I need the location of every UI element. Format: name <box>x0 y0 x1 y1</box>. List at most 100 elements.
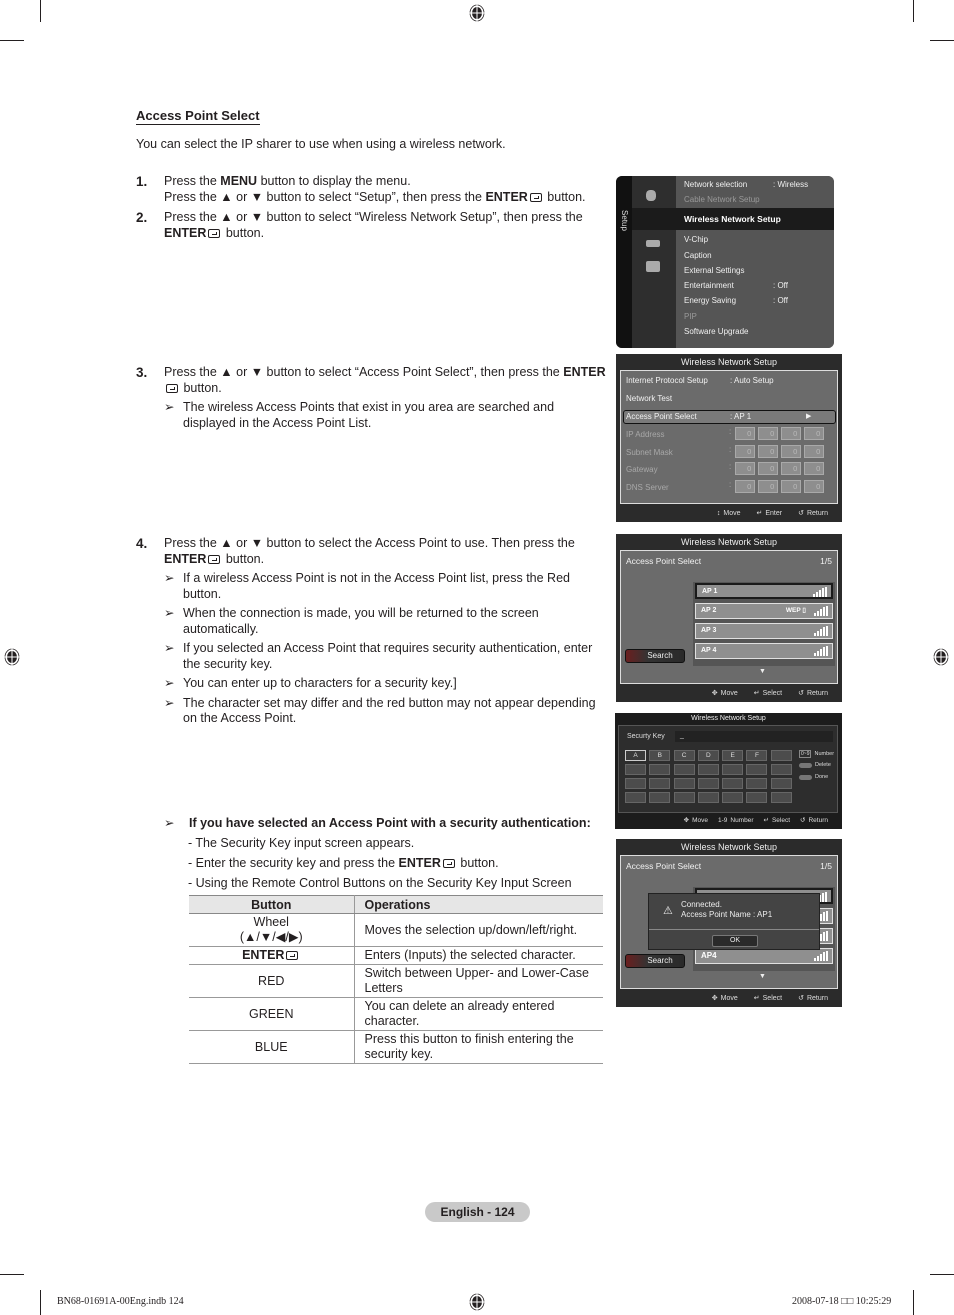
key-button[interactable] <box>649 778 671 789</box>
setup-menu-item[interactable]: Entertainment: Off <box>684 281 788 290</box>
key-button[interactable] <box>625 764 646 775</box>
key-button[interactable] <box>673 792 695 803</box>
key-button[interactable] <box>746 792 768 803</box>
table-row: BLUE Press this button to finish entering… <box>189 1030 603 1064</box>
print-file-info: BN68-01691A-00Eng.indb 124 <box>57 1296 184 1307</box>
key-button[interactable]: F <box>746 750 768 761</box>
ap-list-item[interactable]: AP 1 <box>695 583 833 599</box>
move-icon: ✥ <box>711 995 718 1002</box>
security-auth-heading: ➢ If you have selected an Access Point wi… <box>164 813 591 833</box>
setup-menu-value: : Off <box>773 296 788 305</box>
setup-row[interactable]: Access Point Select: AP 1 ▶ <box>626 412 811 421</box>
footer-hint: ↺ Return <box>798 506 828 522</box>
step-note: ➢ The character set may differ and the re… <box>164 695 596 726</box>
step-line: Press the MENU button to display the men… <box>164 174 411 188</box>
key-button[interactable]: C <box>673 750 695 761</box>
ap-list-item[interactable]: AP4 <box>695 948 833 964</box>
key-button[interactable] <box>722 764 744 775</box>
key-button[interactable] <box>625 792 646 803</box>
key-button[interactable] <box>697 792 719 803</box>
key-button[interactable] <box>722 792 744 803</box>
key-button[interactable] <box>649 792 671 803</box>
ap-list-item[interactable]: AP 4 <box>695 643 833 659</box>
setup-menu-item[interactable]: Software Upgrade <box>684 327 748 336</box>
screen-footer: ✥ Move ↵ Select ↺ Return <box>616 686 842 702</box>
key-legend-item: 0~9 Number <box>799 750 834 758</box>
key-button[interactable] <box>770 764 792 775</box>
step-line: Press the ▲ or ▼ button to select “Setup… <box>164 189 586 204</box>
key-button[interactable]: A <box>625 750 646 761</box>
setup-menu-item[interactable]: PIP <box>684 312 697 321</box>
key-button[interactable] <box>697 778 719 789</box>
crop-mark <box>0 1274 24 1275</box>
setup-menu-item[interactable]: Cable Network Setup <box>684 195 760 204</box>
key-button[interactable] <box>770 778 792 789</box>
registration-mark-icon <box>4 647 20 667</box>
step-3: 3. Press the ▲ or ▼ button to select “Acc… <box>136 365 609 431</box>
key-button[interactable] <box>625 778 646 789</box>
note-arrow-icon: ➢ <box>164 676 175 690</box>
ip-field: :0000 <box>729 462 825 475</box>
step-line: Press the ▲ or ▼ button to select the Ac… <box>164 536 575 566</box>
footer-hint-label: Return <box>808 817 828 824</box>
footer-hint: ↺ Return <box>798 686 828 702</box>
key-legend-item: Delete <box>799 762 831 768</box>
ap-list-item[interactable]: AP 3 <box>695 623 833 639</box>
enter-button-icon <box>442 859 455 868</box>
step-number: 4. <box>136 536 148 551</box>
table-row: GREEN You can delete an already entered c… <box>189 997 603 1031</box>
operation-cell: Switch between Upper- and Lower-Case Let… <box>354 964 603 998</box>
key-button[interactable] <box>673 778 695 789</box>
key-button[interactable] <box>770 792 792 803</box>
security-auth-items: - The Security Key input screen appears.… <box>164 833 591 893</box>
setup-menu-item[interactable]: Network selection: Wireless <box>684 180 808 189</box>
setup-menu-item[interactable]: Energy Saving: Off <box>684 296 788 305</box>
ap-list-item[interactable]: AP 2 WEP ▯ <box>695 603 833 619</box>
button-cell: ENTER <box>189 946 355 965</box>
setup-menu-value: : Wireless <box>773 180 809 189</box>
security-key-panel: Securty Key _ ABCDEF 0~9 Number Delete Done <box>618 725 838 813</box>
key-button[interactable] <box>770 750 792 761</box>
screen-title: Wireless Network Setup <box>615 713 842 725</box>
warning-icon: ⚠ <box>663 905 673 917</box>
key-legend-label: Delete <box>815 762 831 768</box>
ip-octet-box: 0 <box>804 462 825 475</box>
security-auth-item: - Using the Remote Control Buttons on th… <box>188 876 572 890</box>
ip-octet-box: 0 <box>804 427 825 440</box>
operation-cell: Press this button to finish entering the… <box>354 1030 603 1064</box>
table-row: RED Switch between Upper- and Lower-Case … <box>189 964 603 998</box>
blue-button-icon <box>799 774 812 780</box>
scroll-down-icon[interactable]: ▼ <box>759 668 766 675</box>
ip-field: :0000 <box>729 427 825 440</box>
search-button[interactable]: Search <box>625 649 685 663</box>
screen-footer: ✥ Move 1-9 Number ↵ Select ↺ Return <box>615 813 842 829</box>
signal-strength-icon <box>813 587 827 597</box>
key-button[interactable] <box>649 764 671 775</box>
key-button[interactable] <box>746 778 768 789</box>
setup-row[interactable]: Network Test <box>626 394 672 403</box>
footer-hint-label: Return <box>806 690 828 697</box>
key-button[interactable]: D <box>697 750 719 761</box>
chevron-right-icon: ▶ <box>806 413 812 420</box>
security-key-input[interactable]: _ <box>675 731 833 742</box>
key-button[interactable] <box>746 764 768 775</box>
scroll-down-icon[interactable]: ▼ <box>759 973 766 980</box>
key-button[interactable] <box>697 764 719 775</box>
ip-octet-box: 0 <box>758 445 779 458</box>
search-button[interactable]: Search <box>625 954 685 968</box>
ip-octet-box: 0 <box>804 480 825 493</box>
key-button[interactable] <box>722 778 744 789</box>
key-button[interactable]: B <box>649 750 671 761</box>
lock-icon: ▯ <box>802 607 806 614</box>
ap-name: AP 4 <box>701 647 717 654</box>
setup-menu-item[interactable]: V-Chip <box>684 235 708 244</box>
setup-menu-item[interactable]: External Settings <box>684 266 744 275</box>
setup-row[interactable]: Internet Protocol Setup: Auto Setup <box>626 376 774 385</box>
ip-colon: : <box>729 427 732 436</box>
button-cell: BLUE <box>189 1030 355 1064</box>
key-button[interactable] <box>673 764 695 775</box>
key-button[interactable]: E <box>722 750 744 761</box>
setup-menu-item[interactable]: Caption <box>684 251 712 260</box>
setup-selected-bar[interactable]: Wireless Network Setup <box>632 208 834 230</box>
ok-button[interactable]: OK <box>712 935 758 947</box>
